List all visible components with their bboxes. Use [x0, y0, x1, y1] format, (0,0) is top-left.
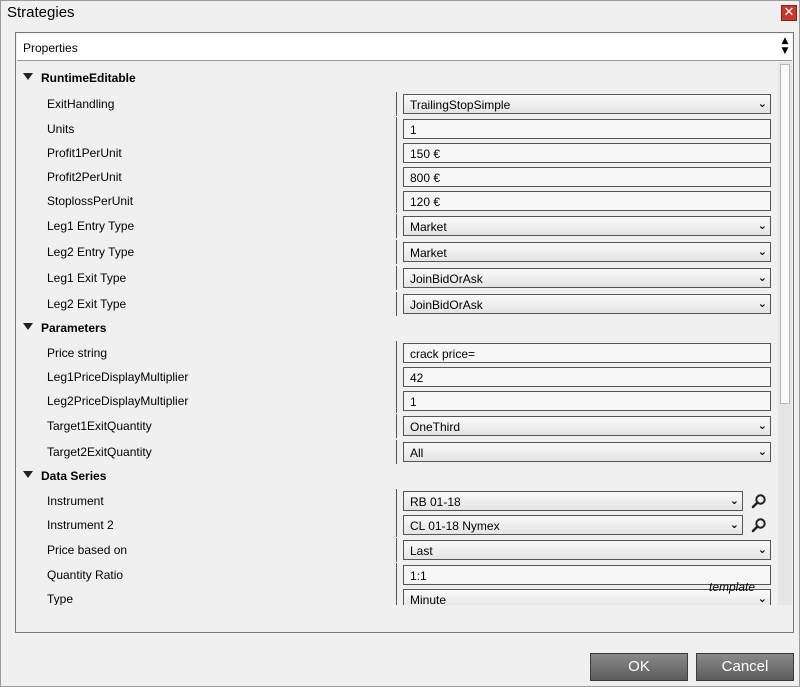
scrollbar-thumb[interactable] [780, 64, 790, 404]
stoploss-input[interactable]: 120 € [403, 191, 771, 211]
chevron-down-icon: ⌄ [757, 97, 767, 110]
template-link[interactable]: template [709, 580, 755, 594]
units-input[interactable]: 1 [403, 119, 771, 139]
chevron-down-icon: ⌄ [757, 419, 767, 432]
chevron-down-icon: ⌄ [757, 297, 767, 310]
price-string-input[interactable]: crack price= [403, 343, 771, 363]
row-leg1-exit: Leg1 Exit Type JoinBidOrAsk ⌄ [17, 266, 777, 290]
instrument-select[interactable]: RB 01-18 ⌄ [403, 491, 743, 511]
chevron-down-icon: ⌄ [757, 219, 767, 232]
row-units: Units 1 [17, 117, 777, 141]
row-exit-handling: ExitHandling TrailingStopSimple ⌄ [17, 92, 777, 116]
chevron-down-icon: ⌄ [729, 494, 739, 507]
profit2-input[interactable]: 800 € [403, 167, 771, 187]
properties-panel: Properties ▲ ▼ RuntimeEditable ExitHandl… [15, 32, 794, 633]
category-runtime-editable[interactable]: RuntimeEditable [17, 68, 777, 88]
row-instrument-2: Instrument 2 CL 01-18 Nymex ⌄ [17, 513, 777, 537]
category-parameters[interactable]: Parameters [17, 318, 777, 338]
collapse-arrow-icon[interactable] [23, 73, 33, 80]
row-leg2-multiplier: Leg2PriceDisplayMultiplier 1 [17, 389, 777, 413]
leg2-multiplier-input[interactable]: 1 [403, 391, 771, 411]
leg1-multiplier-input[interactable]: 42 [403, 367, 771, 387]
search-icon[interactable] [751, 517, 767, 533]
search-icon[interactable] [751, 493, 767, 509]
leg1-exit-select[interactable]: JoinBidOrAsk ⌄ [403, 268, 771, 288]
row-leg2-entry: Leg2 Entry Type Market ⌄ [17, 240, 777, 264]
chevron-down-icon: ⌄ [757, 543, 767, 556]
chevron-down-icon: ⌄ [757, 271, 767, 284]
vertical-scrollbar[interactable] [778, 62, 792, 605]
title-bar: Strategies ✕ [1, 1, 799, 25]
row-profit2: Profit2PerUnit 800 € [17, 165, 777, 189]
row-price-string: Price string crack price= [17, 341, 777, 365]
instrument-2-select[interactable]: CL 01-18 Nymex ⌄ [403, 515, 743, 535]
chevron-down-icon: ⌄ [729, 518, 739, 531]
properties-label: Properties [23, 41, 78, 55]
category-data-series[interactable]: Data Series [17, 466, 777, 486]
collapse-arrow-icon[interactable] [23, 471, 33, 478]
leg2-entry-select[interactable]: Market ⌄ [403, 242, 771, 262]
row-type: Type Minute ⌄ [17, 587, 777, 605]
leg2-exit-select[interactable]: JoinBidOrAsk ⌄ [403, 294, 771, 314]
price-based-on-select[interactable]: Last ⌄ [403, 540, 771, 560]
row-price-based-on: Price based on Last ⌄ [17, 538, 777, 562]
row-target2: Target2ExitQuantity All ⌄ [17, 440, 777, 464]
row-quantity-ratio: Quantity Ratio 1:1 [17, 563, 777, 587]
strategies-window: Strategies ✕ Properties ▲ ▼ RuntimeEdita… [0, 0, 800, 687]
chevron-down-icon: ⌄ [757, 245, 767, 258]
row-leg1-entry: Leg1 Entry Type Market ⌄ [17, 214, 777, 238]
row-profit1: Profit1PerUnit 150 € [17, 141, 777, 165]
close-icon[interactable]: ✕ [781, 5, 797, 21]
properties-header[interactable]: Properties ▲ ▼ [17, 34, 792, 61]
exit-handling-select[interactable]: TrailingStopSimple ⌄ [403, 94, 771, 114]
ok-button[interactable]: OK [590, 653, 688, 681]
row-leg1-multiplier: Leg1PriceDisplayMultiplier 42 [17, 365, 777, 389]
sort-arrows-icon[interactable]: ▲ ▼ [779, 36, 791, 58]
property-grid: RuntimeEditable ExitHandling TrailingSto… [17, 62, 777, 605]
collapse-arrow-icon[interactable] [23, 323, 33, 330]
target2-select[interactable]: All ⌄ [403, 442, 771, 462]
row-target1: Target1ExitQuantity OneThird ⌄ [17, 414, 777, 438]
leg1-entry-select[interactable]: Market ⌄ [403, 216, 771, 236]
target1-select[interactable]: OneThird ⌄ [403, 416, 771, 436]
row-leg2-exit: Leg2 Exit Type JoinBidOrAsk ⌄ [17, 292, 777, 316]
chevron-down-icon: ⌄ [757, 445, 767, 458]
chevron-down-icon: ⌄ [757, 592, 767, 605]
cancel-button[interactable]: Cancel [696, 653, 794, 681]
row-instrument: Instrument RB 01-18 ⌄ [17, 489, 777, 513]
window-title: Strategies [7, 4, 75, 21]
profit1-input[interactable]: 150 € [403, 143, 771, 163]
row-stoploss: StoplossPerUnit 120 € [17, 189, 777, 213]
